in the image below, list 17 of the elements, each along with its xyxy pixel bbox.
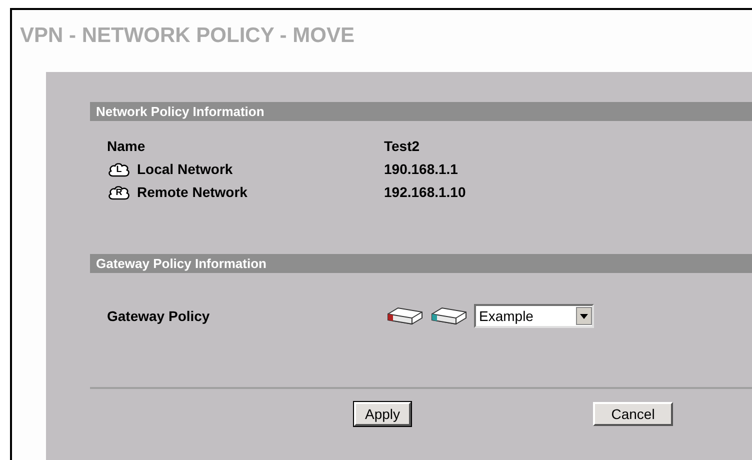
cloud-icon: R [107, 184, 131, 202]
section-header: Network Policy Information [90, 102, 752, 121]
field-label: Name [107, 137, 146, 156]
page-title: VPN - NETWORK POLICY - MOVE [19, 23, 356, 49]
field-label: Remote Network [137, 183, 248, 202]
field-value: Test2 [384, 137, 420, 156]
router-icon [386, 306, 424, 326]
cancel-button[interactable]: Cancel [593, 402, 674, 426]
section-header: Gateway Policy Information [90, 254, 752, 273]
field-label: Local Network [137, 160, 233, 179]
apply-button[interactable]: Apply [354, 402, 412, 426]
field-value: 190.168.1.1 [384, 160, 458, 179]
cloud-icon: L [107, 160, 131, 178]
field-value: 192.168.1.10 [384, 183, 466, 202]
router-icon [430, 306, 468, 326]
field-label: Gateway Policy [106, 306, 211, 326]
gateway-select[interactable]: Example [474, 304, 594, 328]
